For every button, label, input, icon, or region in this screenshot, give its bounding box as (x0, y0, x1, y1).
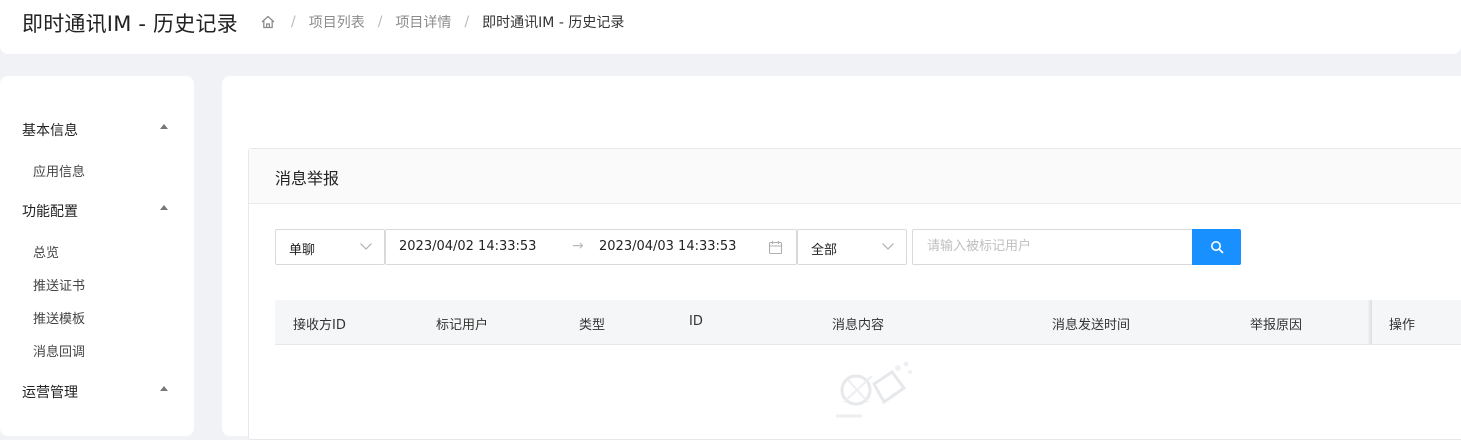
sidebar-group-basic-info[interactable]: 基本信息 (22, 120, 78, 140)
breadcrumb-item-project-detail[interactable]: 项目详情 (395, 12, 451, 32)
column-header-send-time: 消息发送时间 (1052, 318, 1131, 333)
chat-type-select[interactable]: 单聊 (275, 229, 385, 265)
page-title: 即时通讯IM - 历史记录 (22, 12, 238, 36)
search-icon (1210, 241, 1223, 254)
date-end-input[interactable]: 2023/04/03 14:33:53 (599, 239, 736, 254)
date-range-arrow: → (572, 238, 584, 254)
date-range-picker[interactable]: 2023/04/02 14:33:53 → 2023/04/03 14:33:5… (385, 229, 797, 265)
card-header: 消息举报 (249, 149, 1461, 204)
sidebar-item-app-info[interactable]: 应用信息 (33, 161, 85, 180)
sidebar-group-operations[interactable]: 运营管理 (22, 382, 78, 402)
column-header-id: ID (689, 314, 703, 329)
chat-type-value: 单聊 (289, 243, 316, 258)
breadcrumb: / 项目列表 / 项目详情 / 即时通讯IM - 历史记录 (260, 12, 624, 32)
top-bar: 即时通讯IM - 历史记录 / 项目列表 / 项目详情 / 即时通讯IM - 历… (0, 0, 1461, 54)
sidebar-item-push-certificate[interactable]: 推送证书 (33, 275, 85, 294)
breadcrumb-item-project-list[interactable]: 项目列表 (309, 12, 365, 32)
caret-up-icon[interactable] (160, 386, 168, 391)
column-header-type: 类型 (579, 318, 606, 333)
status-select[interactable]: 全部 (797, 229, 907, 265)
card-title: 消息举报 (275, 169, 340, 188)
caret-up-icon[interactable] (160, 124, 168, 129)
date-start-input[interactable]: 2023/04/02 14:33:53 (399, 239, 536, 254)
table-header: 接收方ID 标记用户 类型 ID 消息内容 消息发送时间 举报原因 操作 (275, 300, 1461, 345)
marked-user-search-field[interactable] (912, 229, 1194, 265)
fixed-column-shadow (1368, 300, 1372, 344)
column-header-marked-user: 标记用户 (436, 318, 489, 333)
breadcrumb-separator: / (291, 14, 296, 30)
chevron-down-icon (360, 243, 372, 250)
breadcrumb-separator: / (464, 14, 470, 30)
home-icon[interactable] (260, 13, 278, 31)
chevron-down-icon (882, 243, 894, 250)
breadcrumb-item-current: 即时通讯IM - 历史记录 (482, 15, 625, 31)
sidebar-item-push-template[interactable]: 推送模板 (33, 308, 85, 327)
empty-icon (836, 361, 912, 418)
calendar-icon (768, 241, 783, 255)
sidebar-group-feature-config[interactable]: 功能配置 (22, 201, 78, 221)
marked-user-search-input[interactable] (925, 238, 1189, 255)
column-header-report-reason: 举报原因 (1250, 318, 1303, 333)
column-header-actions: 操作 (1389, 318, 1416, 333)
column-header-message-content: 消息内容 (832, 318, 885, 333)
column-header-receiver-id: 接收方ID (293, 318, 346, 333)
caret-up-icon[interactable] (160, 205, 168, 210)
sidebar: 基本信息 应用信息 功能配置 总览 推送证书 推送模板 消息回调 运营管理 (0, 76, 194, 436)
search-button[interactable] (1192, 229, 1241, 265)
sidebar-item-overview[interactable]: 总览 (33, 242, 59, 261)
sidebar-item-message-callback[interactable]: 消息回调 (33, 341, 85, 360)
status-value: 全部 (811, 243, 838, 258)
breadcrumb-separator: / (377, 14, 383, 30)
